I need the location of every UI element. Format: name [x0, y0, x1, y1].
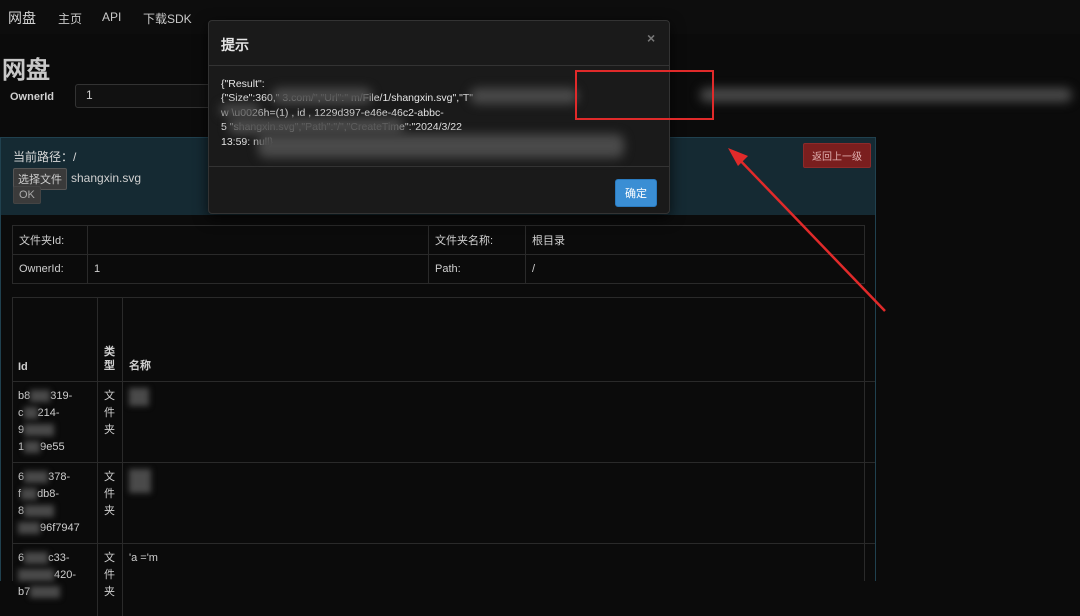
- modal-overlay: 提示 × {"Result": {"Size":360," 3.com/","U…: [0, 0, 1080, 581]
- redaction: [30, 586, 60, 598]
- row-id-part: b7: [18, 586, 30, 598]
- annotation-arrow: [0, 0, 1080, 581]
